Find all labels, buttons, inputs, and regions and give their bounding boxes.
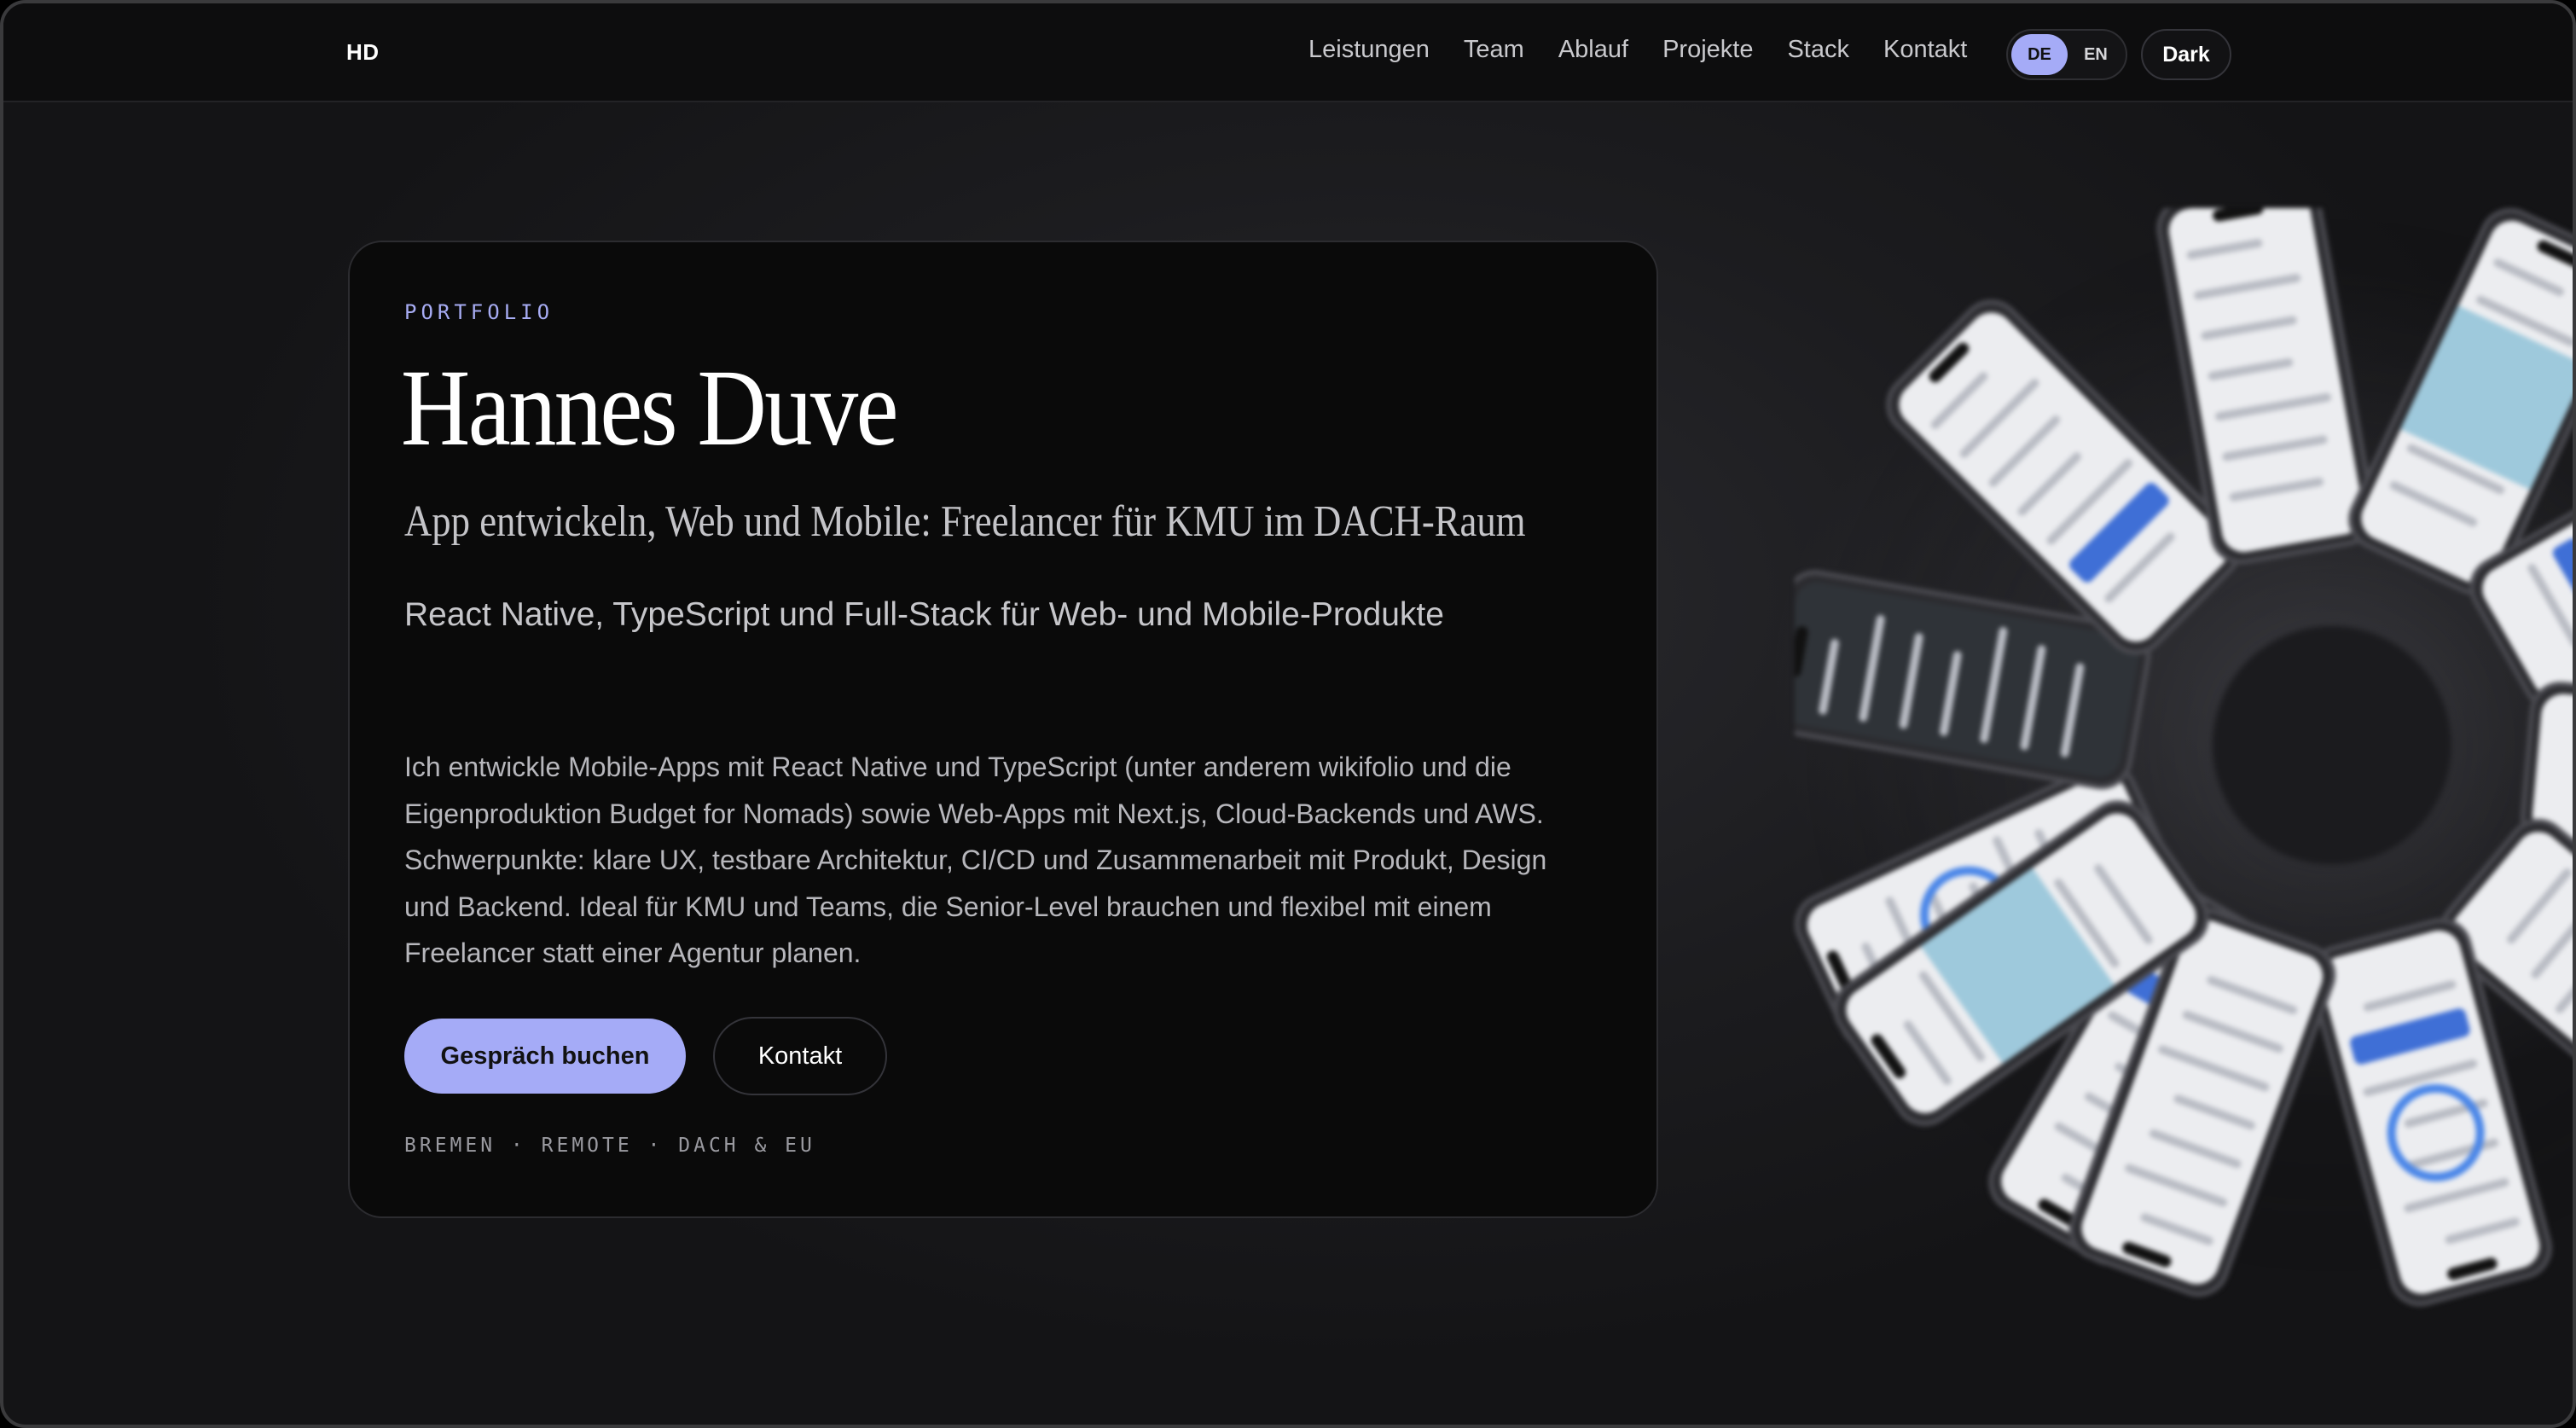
hero-subhead: React Native, TypeScript und Full-Stack … (404, 596, 1444, 633)
theme-toggle-button[interactable]: Dark (2141, 29, 2231, 80)
nav-link-kontakt[interactable]: Kontakt (1883, 36, 1967, 64)
nav-link-ablauf[interactable]: Ablauf (1558, 36, 1628, 64)
hero-card: PORTFOLIO Hannes Duve App entwickeln, We… (348, 241, 1658, 1218)
hero-tagline: App entwickeln, Web und Mobile: Freelanc… (404, 497, 1526, 546)
top-navigation: HD Leistungen Team Ablauf Projekte Stack… (3, 3, 2573, 102)
nav-link-projekte[interactable]: Projekte (1662, 36, 1753, 64)
hero-description: Ich entwickle Mobile-Apps mit React Nati… (404, 752, 1547, 968)
language-option-de[interactable]: DE (2011, 34, 2068, 75)
nav-link-team[interactable]: Team (1464, 36, 1524, 64)
book-call-button[interactable]: Gespräch buchen (404, 1019, 686, 1094)
language-option-en[interactable]: EN (2069, 34, 2122, 75)
location-line: BREMEN · REMOTE · DACH & EU (404, 1135, 815, 1157)
nav-link-leistungen[interactable]: Leistungen (1308, 36, 1430, 64)
phone-wheel-illustration (1765, 178, 2573, 1343)
logo[interactable]: HD (346, 39, 380, 66)
phone-wheel-svg (1765, 178, 2573, 1307)
nav-link-stack[interactable]: Stack (1787, 36, 1849, 64)
app-window: HD Leistungen Team Ablauf Projekte Stack… (0, 0, 2576, 1428)
contact-button[interactable]: Kontakt (713, 1017, 887, 1095)
page-title: Hannes Duve (401, 347, 899, 468)
language-toggle: DE EN (2006, 29, 2127, 80)
nav-links: Leistungen Team Ablauf Projekte Stack Ko… (1308, 36, 1967, 64)
eyebrow-label: PORTFOLIO (404, 300, 554, 324)
wheel-hub (2211, 624, 2453, 867)
